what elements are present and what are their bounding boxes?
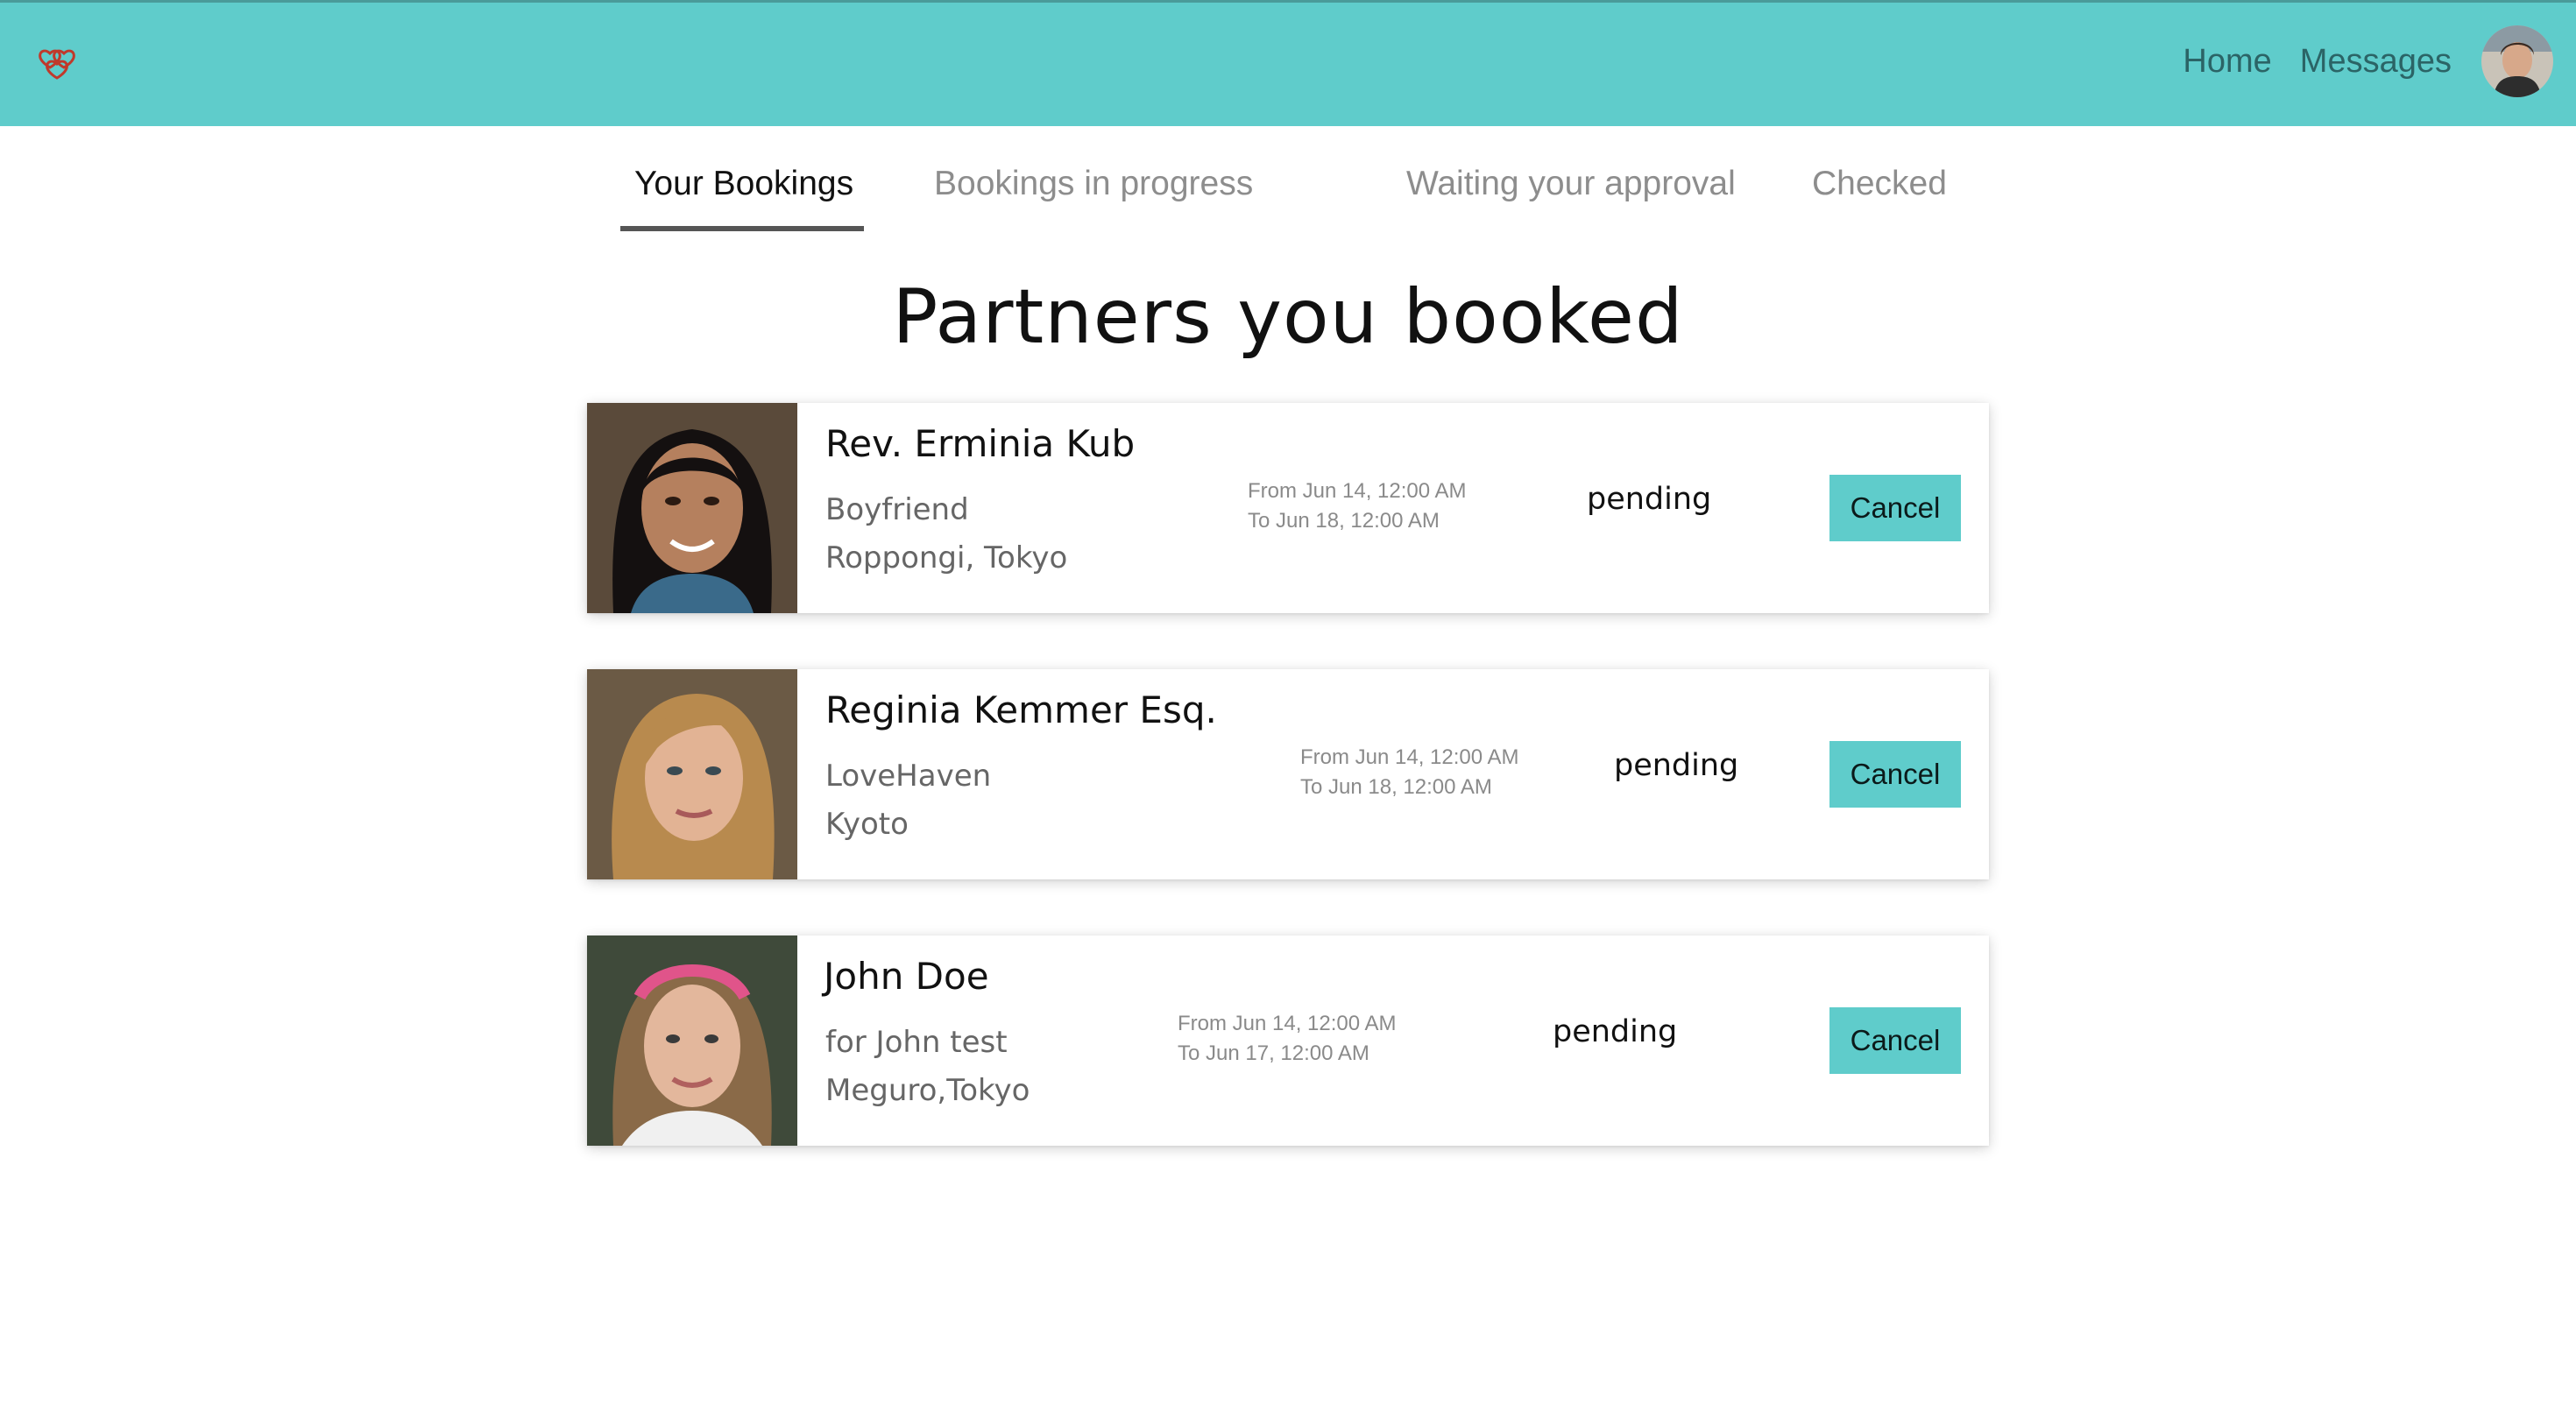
main-nav: Home Messages bbox=[2183, 24, 2553, 99]
booking-status: pending bbox=[1614, 748, 1739, 783]
booking-dates: From Jun 14, 12:00 AM To Jun 18, 12:00 A… bbox=[1248, 477, 1466, 536]
partner-name[interactable]: Reginia Kemmer Esq. bbox=[825, 688, 1217, 731]
booking-card: Rev. Erminia Kub Boyfriend Roppongi, Tok… bbox=[587, 403, 1989, 613]
partner-photo bbox=[587, 669, 797, 879]
nav-messages-link[interactable]: Messages bbox=[2300, 43, 2452, 81]
partner-role: LoveHaven bbox=[825, 759, 992, 794]
booking-tabs: Your Bookings Bookings in progress Waiti… bbox=[0, 149, 2576, 236]
booking-to: To Jun 17, 12:00 AM bbox=[1178, 1041, 1369, 1065]
partner-photo bbox=[587, 935, 797, 1146]
tab-waiting-approval[interactable]: Waiting your approval bbox=[1406, 165, 1736, 203]
cancel-button[interactable]: Cancel bbox=[1829, 741, 1961, 808]
booking-from: From Jun 14, 12:00 AM bbox=[1248, 479, 1467, 503]
booking-to: To Jun 18, 12:00 AM bbox=[1300, 775, 1492, 799]
partner-photo bbox=[587, 403, 797, 613]
nav-home-link[interactable]: Home bbox=[2183, 43, 2271, 81]
booking-status: pending bbox=[1587, 482, 1712, 517]
partner-name[interactable]: Rev. Erminia Kub bbox=[825, 422, 1135, 465]
tab-bookings-in-progress[interactable]: Bookings in progress bbox=[934, 165, 1253, 203]
partner-role: Boyfriend bbox=[825, 492, 969, 527]
booking-to: To Jun 18, 12:00 AM bbox=[1248, 509, 1440, 533]
partner-role: for John test bbox=[825, 1025, 1008, 1060]
cancel-button[interactable]: Cancel bbox=[1829, 1007, 1961, 1074]
partner-location: Roppongi, Tokyo bbox=[825, 540, 1068, 575]
booking-card: Reginia Kemmer Esq. LoveHaven Kyoto From… bbox=[587, 669, 1989, 879]
partner-location: Kyoto bbox=[825, 807, 909, 842]
tab-your-bookings[interactable]: Your Bookings bbox=[634, 165, 853, 203]
page-title: Partners you booked bbox=[892, 273, 1684, 361]
user-avatar[interactable] bbox=[2481, 25, 2553, 97]
heart-logo-icon[interactable] bbox=[37, 46, 77, 81]
booking-dates: From Jun 14, 12:00 AM To Jun 17, 12:00 A… bbox=[1178, 1009, 1396, 1069]
tab-checked[interactable]: Checked bbox=[1812, 165, 1947, 203]
top-navbar: Home Messages bbox=[0, 0, 2576, 126]
partner-location: Meguro,Tokyo bbox=[825, 1073, 1030, 1108]
booking-from: From Jun 14, 12:00 AM bbox=[1178, 1012, 1397, 1035]
booking-from: From Jun 14, 12:00 AM bbox=[1300, 745, 1519, 769]
booking-status: pending bbox=[1553, 1014, 1678, 1049]
booking-card: John Doe for John test Meguro,Tokyo From… bbox=[587, 935, 1989, 1146]
booking-dates: From Jun 14, 12:00 AM To Jun 18, 12:00 A… bbox=[1300, 743, 1518, 802]
partner-name[interactable]: John Doe bbox=[824, 955, 989, 998]
cancel-button[interactable]: Cancel bbox=[1829, 475, 1961, 541]
active-tab-indicator bbox=[620, 226, 864, 231]
